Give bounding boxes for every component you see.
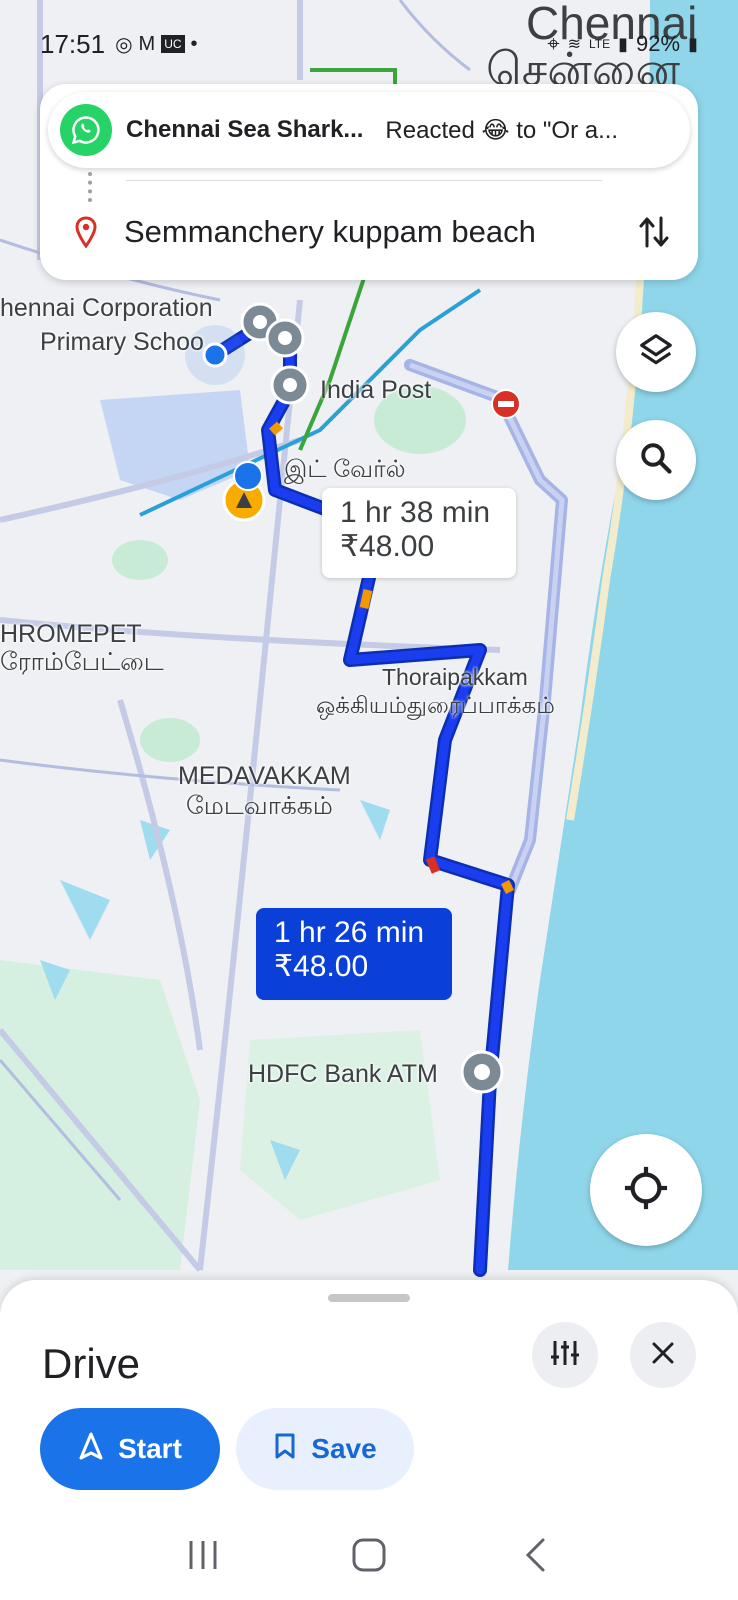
swap-vert-icon[interactable] [634, 212, 674, 252]
divider [126, 180, 602, 181]
back-icon[interactable] [505, 1525, 565, 1585]
battery-percent: 92% [636, 31, 681, 56]
start-button[interactable]: Start [40, 1408, 220, 1490]
status-time: 17:51 [40, 28, 106, 59]
start-label: Start [118, 1433, 182, 1464]
wifi-icon: ≋ [567, 36, 582, 53]
search-button[interactable] [616, 420, 696, 500]
tune-icon [549, 1338, 581, 1373]
sheet-title: Drive [42, 1340, 141, 1387]
uc-icon: UC [161, 35, 185, 53]
home-icon[interactable] [339, 1525, 399, 1585]
system-nav-bar [0, 1510, 738, 1600]
park-area [140, 718, 200, 762]
route-dots [88, 172, 92, 202]
map-label-thoraipakkam: Thoraipakkam [382, 664, 528, 690]
map-label-place: இட் வேர்ல் [284, 456, 406, 483]
save-button[interactable]: Save [236, 1408, 414, 1490]
layers-button[interactable] [616, 312, 696, 392]
my-location-icon [623, 1165, 669, 1216]
my-location-button[interactable] [590, 1134, 702, 1246]
main-route-fare: ₹48.00 [274, 950, 369, 983]
no-entry-icon [491, 389, 521, 419]
location-pin-icon [70, 216, 102, 248]
map-label-medavakkam-tamil: மேடவாக்கம் [186, 792, 333, 820]
whatsapp-icon: ◎ [115, 33, 133, 56]
map-label-chromepet-tamil: ரோம்பேட்டை [0, 648, 164, 676]
directions-card: Chennai Sea Shark... Reacted 😂 to "Or a.… [40, 84, 698, 280]
traffic-segment [359, 589, 373, 609]
map-label-medavakkam: MEDAVAKKAM [178, 762, 351, 790]
layers-icon [637, 331, 675, 374]
map-label-hdfc-atm[interactable]: HDFC Bank ATM [248, 1060, 438, 1089]
traffic-segment [269, 421, 283, 436]
park-area [112, 540, 168, 580]
battery-icon: ▮ [688, 33, 698, 54]
network-type: LTE [589, 37, 611, 51]
save-label: Save [311, 1433, 377, 1464]
destination-field[interactable]: Semmanchery kuppam beach [70, 202, 674, 262]
close-icon [651, 1341, 675, 1370]
map-label-india-post[interactable]: India Post [320, 376, 431, 405]
close-button[interactable] [630, 1322, 696, 1388]
alternate-route-bubble[interactable]: 1 hr 38 min ₹48.00 [322, 488, 516, 578]
alternate-route-time: 1 hr 38 min [340, 496, 491, 529]
my-location-dot [202, 342, 228, 368]
map-label-thoraipakkam-tamil: ஒக்கியம்துரைப்பாக்கம் [316, 692, 555, 718]
sheet-drag-handle[interactable] [328, 1294, 410, 1302]
poi-marker [270, 365, 310, 405]
recents-icon[interactable] [173, 1525, 233, 1585]
whatsapp-icon [60, 104, 112, 156]
notification-title: Chennai Sea Shark... [126, 116, 364, 143]
gmail-icon: M [138, 32, 156, 55]
bookmark-icon [273, 1432, 297, 1467]
destination-text: Semmanchery kuppam beach [124, 214, 536, 249]
location-icon: ⌖ [547, 31, 560, 56]
status-bar: 17:51 ◎ M UC • ⌖ ≋ LTE ▮ 92% ▮ [40, 24, 698, 64]
map-label-chromepet: HROMEPET [0, 620, 142, 648]
navigation-arrow-icon [78, 1432, 104, 1467]
notification-message: Reacted 😂 to "Or a... [385, 116, 619, 144]
traffic-segment [425, 856, 441, 874]
bus-stop-icon [233, 461, 263, 491]
dot-icon: • [190, 32, 198, 55]
poi-marker [265, 318, 305, 358]
map-label-school[interactable]: hennai Corporation [0, 294, 213, 323]
route-options-button[interactable] [532, 1322, 598, 1388]
traffic-segment [500, 879, 515, 895]
alternate-route-fare: ₹48.00 [340, 530, 435, 563]
main-route-time: 1 hr 26 min [274, 916, 425, 949]
map-label-school[interactable]: Primary Schoo [40, 328, 204, 357]
main-route-bubble[interactable]: 1 hr 26 min ₹48.00 [256, 908, 452, 1000]
signal-icon: ▮ [618, 33, 629, 54]
notification-banner[interactable]: Chennai Sea Shark... Reacted 😂 to "Or a.… [48, 92, 690, 168]
search-icon [638, 440, 674, 481]
poi-marker [460, 1050, 504, 1094]
